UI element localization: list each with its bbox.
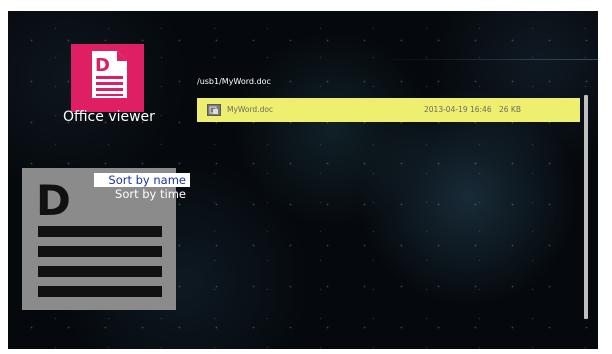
document-icon: D	[92, 51, 127, 98]
tile-letter: D	[95, 55, 110, 76]
sort-menu: Sort by name Sort by time	[94, 173, 190, 201]
sort-by-time-option[interactable]: Sort by time	[94, 187, 190, 201]
tv-screen: D Office viewer D Sort by name Sort by t…	[8, 11, 598, 349]
office-viewer-app-icon: D	[71, 44, 144, 112]
file-row[interactable]: MyWord.doc 2013-04-19 16:46 26 KB	[197, 98, 580, 122]
sort-by-name-option[interactable]: Sort by name	[94, 173, 190, 187]
scrollbar[interactable]	[584, 95, 588, 319]
file-modified: 2013-04-19 16:46	[424, 105, 492, 114]
file-name: MyWord.doc	[227, 105, 274, 114]
divider-line	[380, 59, 598, 60]
current-path: /usb1/MyWord.doc	[197, 77, 271, 86]
file-size: 26 KB	[499, 105, 521, 114]
preview-letter: D	[36, 176, 71, 225]
app-title: Office viewer	[63, 109, 155, 125]
file-icon	[207, 104, 221, 116]
